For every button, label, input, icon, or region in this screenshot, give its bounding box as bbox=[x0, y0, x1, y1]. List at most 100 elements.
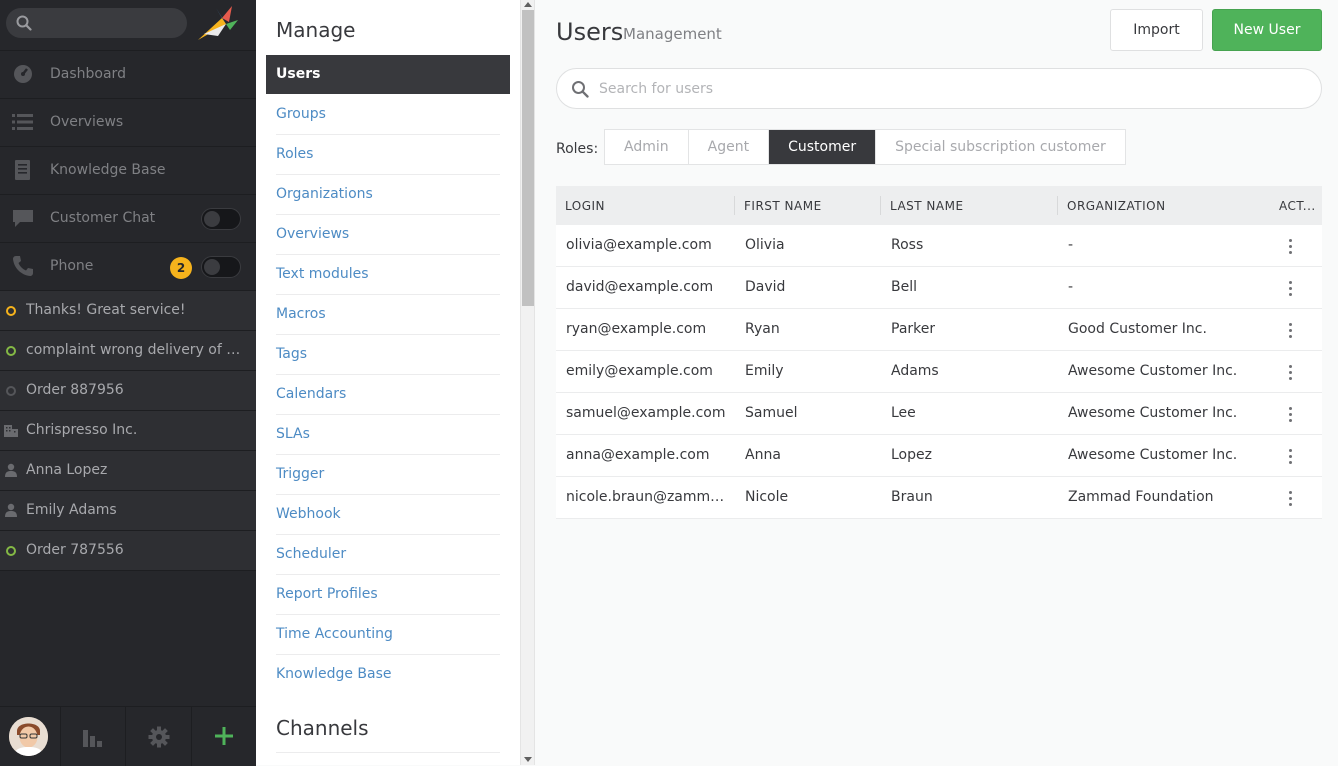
cell-login[interactable]: olivia@example.com bbox=[566, 237, 726, 253]
reports-button[interactable] bbox=[61, 707, 126, 766]
new-user-button[interactable]: New User bbox=[1212, 9, 1322, 51]
cell-first-name: Olivia bbox=[745, 237, 785, 253]
task-item[interactable]: Order 887956 bbox=[0, 371, 256, 411]
scrollbar-thumb[interactable] bbox=[522, 10, 534, 306]
table-row[interactable]: ryan@example.com Ryan Parker Good Custom… bbox=[556, 309, 1322, 351]
book-icon bbox=[15, 160, 30, 180]
cell-login[interactable]: emily@example.com bbox=[566, 363, 726, 379]
menu-item-calendars[interactable]: Calendars bbox=[276, 375, 500, 415]
column-header-login[interactable]: LOGIN bbox=[565, 199, 605, 213]
role-tab-special-subscription-customer[interactable]: Special subscription customer bbox=[876, 130, 1125, 164]
menu-item-overviews[interactable]: Overviews bbox=[276, 215, 500, 255]
row-actions-menu-icon[interactable] bbox=[1289, 407, 1293, 423]
manage-sidebar: Manage Users Groups Roles Organizations … bbox=[256, 0, 520, 765]
manage-scrollbar[interactable] bbox=[520, 0, 535, 765]
task-item[interactable]: complaint wrong delivery of order bbox=[0, 331, 256, 371]
menu-item-scheduler[interactable]: Scheduler bbox=[276, 535, 500, 575]
column-header-actions: ACT... bbox=[1279, 199, 1316, 213]
menu-item-macros[interactable]: Macros bbox=[276, 295, 500, 335]
row-actions-menu-icon[interactable] bbox=[1289, 323, 1293, 339]
global-search-input[interactable] bbox=[6, 8, 187, 38]
avatar[interactable] bbox=[9, 717, 48, 756]
user-search-input[interactable] bbox=[597, 78, 1301, 100]
cell-last-name: Adams bbox=[891, 363, 939, 379]
menu-item-groups[interactable]: Groups bbox=[276, 95, 500, 135]
user-icon bbox=[5, 503, 17, 517]
menu-item-text-modules[interactable]: Text modules bbox=[276, 255, 500, 295]
cell-login[interactable]: nicole.braun@zammad... bbox=[566, 489, 726, 505]
scroll-up-arrow-icon[interactable] bbox=[524, 2, 532, 7]
cell-last-name: Ross bbox=[891, 237, 924, 253]
organization-icon bbox=[4, 425, 18, 437]
page-title: Users bbox=[556, 18, 624, 46]
nav-item-knowledge-base[interactable]: Knowledge Base bbox=[0, 147, 256, 195]
menu-item-organizations[interactable]: Organizations bbox=[276, 175, 500, 215]
task-item[interactable]: Anna Lopez bbox=[0, 451, 256, 491]
search-icon bbox=[572, 81, 589, 98]
row-actions-menu-icon[interactable] bbox=[1289, 365, 1293, 381]
role-tab-admin[interactable]: Admin bbox=[605, 130, 689, 164]
table-row[interactable]: olivia@example.com Olivia Ross - bbox=[556, 225, 1322, 267]
menu-item-roles[interactable]: Roles bbox=[276, 135, 500, 175]
table-row[interactable]: emily@example.com Emily Adams Awesome Cu… bbox=[556, 351, 1322, 393]
menu-item-report-profiles[interactable]: Report Profiles bbox=[276, 575, 500, 615]
cell-last-name: Bell bbox=[891, 279, 917, 295]
bar-chart-icon bbox=[83, 730, 102, 747]
gear-icon bbox=[148, 726, 170, 748]
row-actions-menu-icon[interactable] bbox=[1289, 281, 1293, 297]
cell-last-name: Lopez bbox=[891, 447, 932, 463]
cell-login[interactable]: anna@example.com bbox=[566, 447, 726, 463]
table-row[interactable]: david@example.com David Bell - bbox=[556, 267, 1322, 309]
nav-item-overviews[interactable]: Overviews bbox=[0, 99, 256, 147]
cell-first-name: Emily bbox=[745, 363, 784, 379]
nav-bottom-bar bbox=[0, 706, 256, 766]
cell-organization: Good Customer Inc. bbox=[1068, 321, 1207, 337]
user-icon bbox=[5, 463, 17, 477]
user-search-box[interactable] bbox=[556, 68, 1322, 109]
column-header-first-name[interactable]: FIRST NAME bbox=[744, 199, 822, 213]
role-tab-agent[interactable]: Agent bbox=[689, 130, 770, 164]
menu-item-trigger[interactable]: Trigger bbox=[276, 455, 500, 495]
task-item[interactable]: Order 787556 bbox=[0, 531, 256, 571]
menu-item-tags[interactable]: Tags bbox=[276, 335, 500, 375]
menu-item-webhook[interactable]: Webhook bbox=[276, 495, 500, 535]
settings-button[interactable] bbox=[126, 707, 192, 766]
avatar-image-icon bbox=[9, 717, 48, 756]
row-actions-menu-icon[interactable] bbox=[1289, 239, 1293, 255]
cell-login[interactable]: david@example.com bbox=[566, 279, 726, 295]
customer-chat-toggle[interactable] bbox=[201, 208, 241, 230]
scroll-down-arrow-icon[interactable] bbox=[524, 757, 532, 762]
cell-organization: - bbox=[1068, 279, 1074, 295]
table-row[interactable]: nicole.braun@zammad... Nicole Braun Zamm… bbox=[556, 477, 1322, 519]
menu-item-knowledge-base[interactable]: Knowledge Base bbox=[276, 655, 500, 695]
ticket-closed-icon bbox=[6, 386, 16, 396]
row-actions-menu-icon[interactable] bbox=[1289, 491, 1293, 507]
import-button[interactable]: Import bbox=[1110, 9, 1203, 51]
cell-first-name: Nicole bbox=[745, 489, 789, 505]
cell-last-name: Braun bbox=[891, 489, 933, 505]
nav-item-customer-chat[interactable]: Customer Chat bbox=[0, 195, 256, 243]
phone-toggle[interactable] bbox=[201, 256, 241, 278]
row-actions-menu-icon[interactable] bbox=[1289, 449, 1293, 465]
logo-icon[interactable] bbox=[196, 4, 240, 42]
menu-item-slas[interactable]: SLAs bbox=[276, 415, 500, 455]
search-icon bbox=[16, 15, 32, 31]
nav-item-phone[interactable]: Phone 2 bbox=[0, 243, 256, 291]
column-header-organization[interactable]: ORGANIZATION bbox=[1067, 199, 1166, 213]
task-item[interactable]: Chrispresso Inc. bbox=[0, 411, 256, 451]
cell-first-name: Ryan bbox=[745, 321, 780, 337]
cell-organization: Awesome Customer Inc. bbox=[1068, 447, 1238, 463]
menu-item-time-accounting[interactable]: Time Accounting bbox=[276, 615, 500, 655]
task-item[interactable]: Emily Adams bbox=[0, 491, 256, 531]
user-menu[interactable] bbox=[0, 707, 61, 766]
task-item[interactable]: Thanks! Great service! bbox=[0, 291, 256, 331]
role-tab-customer[interactable]: Customer bbox=[769, 130, 877, 164]
cell-login[interactable]: samuel@example.com bbox=[566, 405, 726, 421]
menu-item-users[interactable]: Users bbox=[266, 55, 510, 94]
cell-login[interactable]: ryan@example.com bbox=[566, 321, 726, 337]
nav-item-dashboard[interactable]: Dashboard bbox=[0, 51, 256, 99]
table-row[interactable]: samuel@example.com Samuel Lee Awesome Cu… bbox=[556, 393, 1322, 435]
table-row[interactable]: anna@example.com Anna Lopez Awesome Cust… bbox=[556, 435, 1322, 477]
create-new-button[interactable] bbox=[192, 707, 256, 766]
column-header-last-name[interactable]: LAST NAME bbox=[890, 199, 964, 213]
